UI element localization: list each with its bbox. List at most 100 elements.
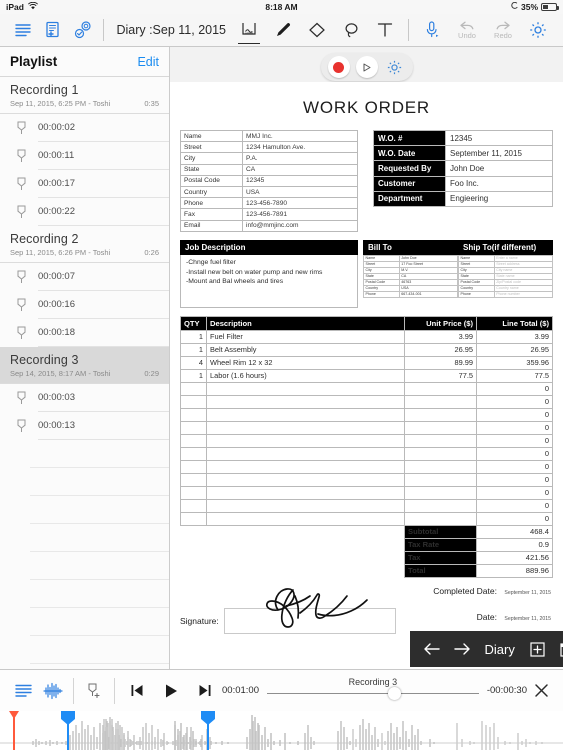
waveform-display[interactable]	[0, 711, 563, 750]
play-icon[interactable]	[154, 676, 188, 706]
cell-unit[interactable]	[404, 446, 477, 461]
cell-qty[interactable]: 1	[180, 368, 207, 383]
cell-desc[interactable]: Fuel Filter	[206, 329, 405, 344]
cell-unit[interactable]: 26.95	[404, 342, 477, 357]
field-value[interactable]: 1234 Hamulton Ave.	[242, 141, 358, 154]
skip-previous-icon[interactable]	[120, 676, 154, 706]
cell-unit[interactable]	[404, 459, 477, 474]
eraser-tool[interactable]	[300, 16, 334, 44]
cell-qty[interactable]	[180, 459, 207, 474]
microphone-tool[interactable]	[415, 16, 449, 44]
add-marker-icon[interactable]	[79, 676, 109, 706]
cell-desc[interactable]	[206, 511, 405, 526]
field-value[interactable]: Foo Inc.	[445, 175, 553, 192]
calendar-icon[interactable]	[555, 636, 563, 662]
field-value[interactable]: CA	[242, 163, 358, 176]
gear-icon[interactable]	[521, 16, 555, 44]
lasso-tool[interactable]	[334, 16, 368, 44]
list-item[interactable]: 00:00:18	[0, 319, 169, 347]
play-triangle-icon[interactable]	[355, 56, 378, 78]
cell-desc[interactable]	[206, 446, 405, 461]
cell-desc[interactable]: Wheel Rim 12 x 32	[206, 355, 405, 370]
list-item[interactable]: 00:00:02	[0, 114, 169, 142]
progress-scrubber[interactable]: Recording 3	[266, 677, 479, 704]
list-lines-icon[interactable]	[8, 16, 38, 44]
list-item[interactable]: 00:00:17	[0, 170, 169, 198]
cell-desc[interactable]	[206, 420, 405, 435]
cell-unit[interactable]: 3.99	[404, 329, 477, 344]
cell-desc[interactable]	[206, 498, 405, 513]
list-item[interactable]: 00:00:07	[0, 263, 169, 291]
field-placeholder[interactable]: Phone number	[493, 290, 554, 298]
job-description-body[interactable]: -Chnge fuel filter -Install new belt on …	[180, 254, 358, 308]
cell-qty[interactable]	[180, 446, 207, 461]
list-item[interactable]: 00:00:13	[0, 412, 169, 440]
field-value[interactable]: 12345	[445, 129, 553, 147]
new-document-icon[interactable]	[38, 16, 68, 44]
signature-box[interactable]	[223, 607, 396, 634]
cell-unit[interactable]	[404, 381, 477, 396]
text-tool[interactable]	[368, 16, 402, 44]
cell-desc[interactable]	[206, 485, 405, 500]
cell-qty[interactable]: 4	[180, 355, 207, 370]
gear-icon[interactable]	[384, 56, 406, 78]
cell-desc[interactable]	[206, 459, 405, 474]
arrow-left-icon[interactable]	[420, 636, 444, 662]
cell-qty[interactable]	[180, 433, 207, 448]
skip-next-icon[interactable]	[188, 676, 222, 706]
cell-qty[interactable]	[180, 498, 207, 513]
cell-unit[interactable]	[404, 511, 477, 526]
list-lines-icon[interactable]	[8, 676, 38, 706]
cell-unit[interactable]	[404, 420, 477, 435]
cell-qty[interactable]	[180, 394, 207, 409]
cell-desc[interactable]: Labor (1.6 hours)	[206, 368, 405, 383]
cell-unit[interactable]	[404, 433, 477, 448]
redo-button[interactable]: Redo	[485, 15, 521, 45]
cell-unit[interactable]	[404, 485, 477, 500]
pencil-tool[interactable]	[266, 16, 300, 44]
arrow-right-icon[interactable]	[450, 636, 474, 662]
add-page-icon[interactable]	[525, 636, 549, 662]
notebook-name[interactable]: Diary	[481, 642, 519, 657]
cell-qty[interactable]	[180, 511, 207, 526]
cell-qty[interactable]: 1	[180, 342, 207, 357]
cell-desc[interactable]	[206, 394, 405, 409]
cell-desc[interactable]	[206, 381, 405, 396]
recording-header-selected[interactable]: Recording 3 Sep 14, 2015, 8:17 AM - Tosh…	[0, 347, 169, 384]
totals-value-tax-rate[interactable]: 0.9	[476, 537, 553, 552]
scrubber-handle[interactable]	[387, 686, 401, 700]
recording-header[interactable]: Recording 2 Sep 11, 2015, 6:26 PM - Tosh…	[0, 226, 169, 263]
list-item[interactable]: 00:00:16	[0, 291, 169, 319]
cell-qty[interactable]	[180, 472, 207, 487]
field-value[interactable]: 667-434-001	[398, 290, 459, 298]
cell-qty[interactable]	[180, 485, 207, 500]
field-value[interactable]: 12345	[242, 174, 358, 187]
sync-check-icon[interactable]	[68, 16, 98, 44]
cell-unit[interactable]: 77.5	[404, 368, 477, 383]
field-value[interactable]: John Doe	[445, 160, 553, 177]
record-circle-icon[interactable]	[327, 56, 350, 78]
cell-qty[interactable]: 1	[180, 329, 207, 344]
field-value[interactable]: 123-456-7890	[242, 197, 358, 210]
cell-unit[interactable]	[404, 472, 477, 487]
field-value[interactable]: September 11, 2015	[445, 145, 553, 162]
list-item[interactable]: 00:00:03	[0, 384, 169, 412]
field-value[interactable]: P.A.	[242, 152, 358, 165]
cell-desc[interactable]: Belt Assembly	[206, 342, 405, 357]
cell-desc[interactable]	[206, 433, 405, 448]
close-x-icon[interactable]	[527, 677, 555, 705]
field-value[interactable]: USA	[242, 185, 358, 199]
playlist-edit-button[interactable]: Edit	[137, 55, 159, 69]
undo-button[interactable]: Undo	[449, 15, 485, 45]
pen-annotate-tool[interactable]	[232, 16, 266, 44]
recording-header[interactable]: Recording 1 Sep 11, 2015, 6:25 PM - Tosh…	[0, 77, 169, 114]
cell-unit[interactable]	[404, 394, 477, 409]
field-value[interactable]: Engieering	[445, 190, 553, 207]
field-value[interactable]: info@mmjinc.com	[242, 219, 358, 232]
waveform-icon[interactable]	[38, 676, 68, 706]
cell-unit[interactable]: 89.99	[404, 355, 477, 370]
cell-qty[interactable]	[180, 407, 207, 422]
cell-qty[interactable]	[180, 381, 207, 396]
cell-desc[interactable]	[206, 472, 405, 487]
field-value[interactable]: MMJ Inc.	[242, 129, 358, 143]
